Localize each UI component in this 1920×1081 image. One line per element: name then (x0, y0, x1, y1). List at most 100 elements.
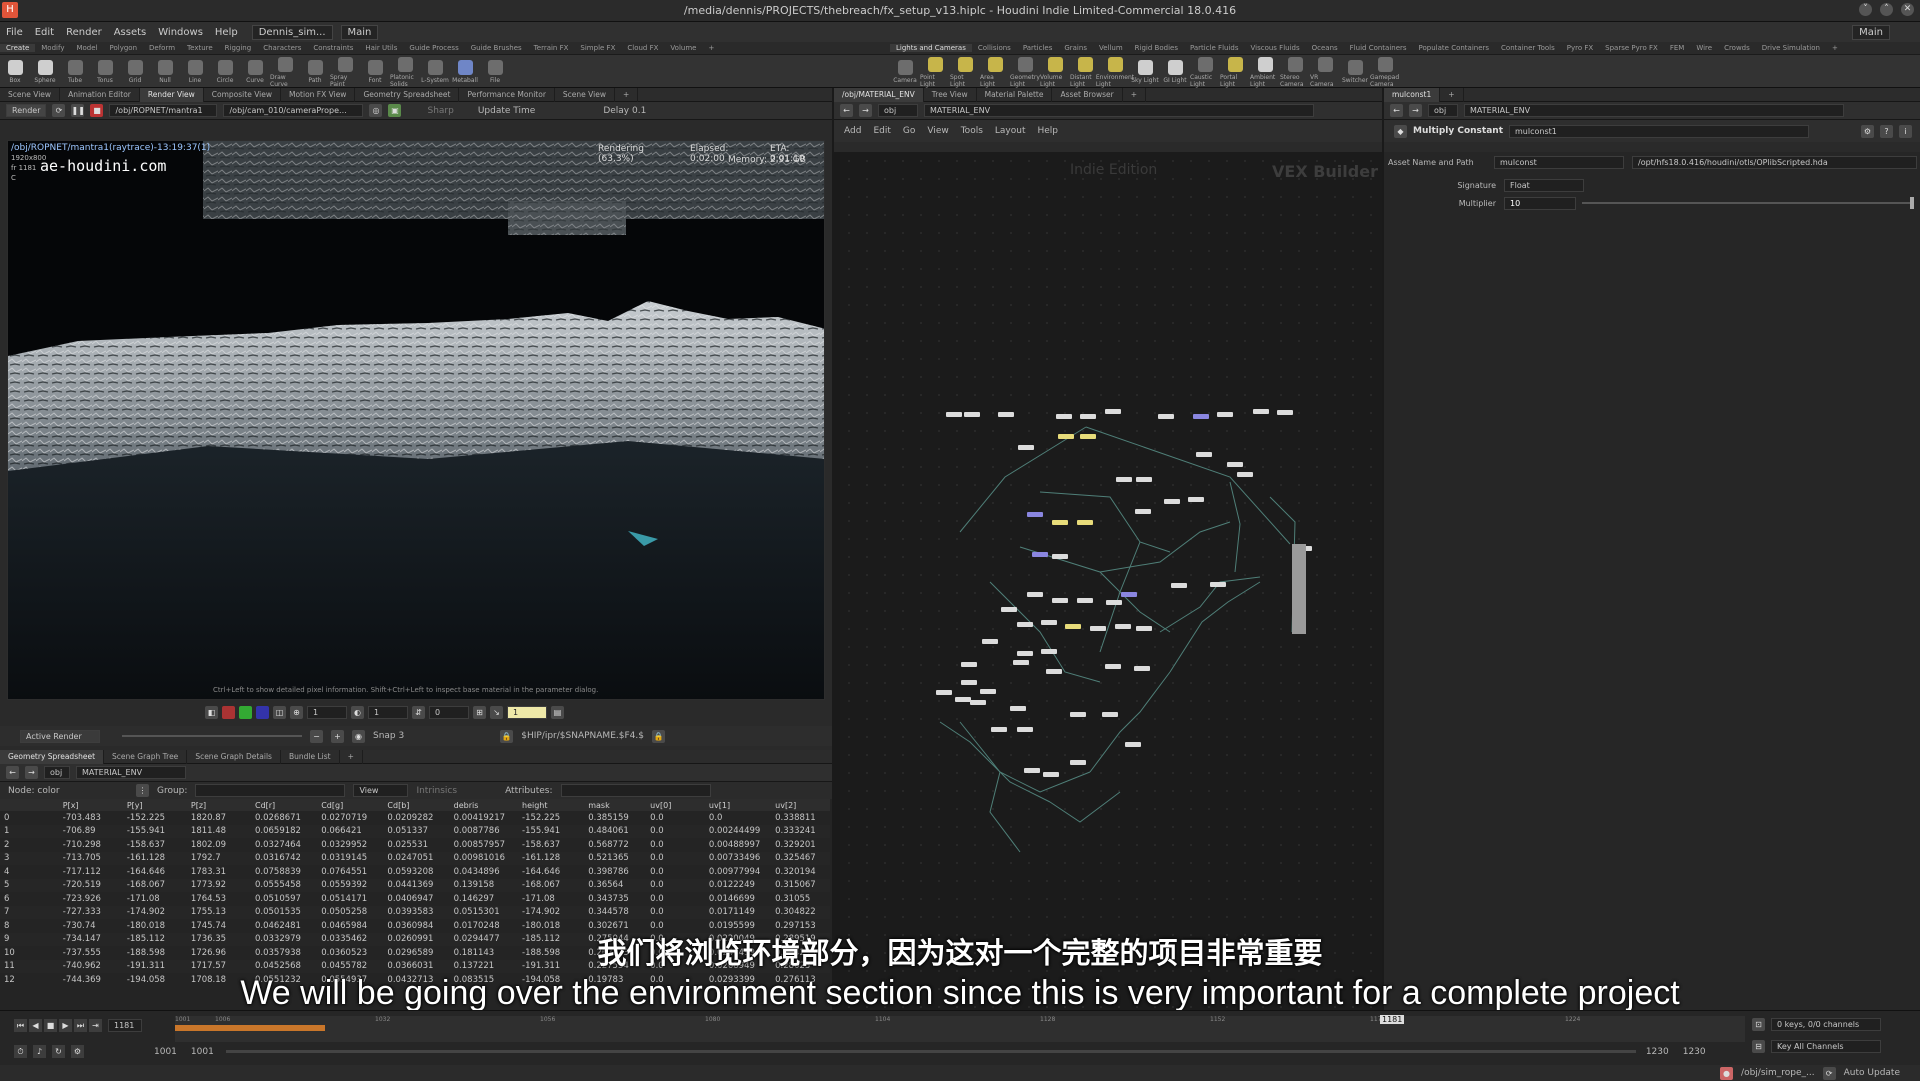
net-tab-asset-browser[interactable]: Asset Browser (1052, 87, 1123, 102)
col-header-p-y[interactable]: P[y] (122, 799, 187, 811)
shelf-tab-constraints[interactable]: Constraints (307, 44, 359, 52)
sheet-tab-scene-graph-details[interactable]: Scene Graph Details (187, 749, 281, 764)
stop-icon[interactable]: ■ (90, 104, 104, 117)
tool-torus[interactable]: Torus (90, 58, 120, 84)
vop-node[interactable] (1056, 414, 1072, 419)
view-options-icon[interactable]: ▤ (551, 706, 564, 719)
asset-name-field[interactable]: mulconst (1494, 155, 1624, 169)
snapshot-compare-icon[interactable]: ⊞ (473, 706, 486, 719)
info-icon[interactable]: i (1899, 124, 1912, 138)
tool-point-light[interactable]: Point Light (920, 55, 950, 88)
vop-node[interactable] (1125, 742, 1141, 747)
current-frame-field[interactable]: 1181 (108, 1019, 142, 1032)
green-channel-icon[interactable] (239, 706, 252, 719)
net-path-node[interactable]: MATERIAL_ENV (924, 104, 1314, 117)
vop-node[interactable] (1105, 664, 1121, 669)
viewer-tab-scene-view[interactable]: Scene View (555, 87, 615, 102)
vop-node[interactable] (1253, 409, 1269, 414)
vop-node[interactable] (1032, 552, 1048, 557)
tool-grid[interactable]: Grid (120, 58, 150, 84)
camera-path-field[interactable]: /obj/cam_010/cameraPrope... (223, 104, 364, 117)
tool-circle[interactable]: Circle (210, 58, 240, 84)
net-menu-help[interactable]: Help (1038, 126, 1059, 136)
auto-update-select[interactable]: Auto Update (1844, 1068, 1900, 1078)
table-row[interactable]: 6 -723.926 -171.08 1764.53 0.0510597 0.051417… (0, 892, 830, 906)
net-back-icon[interactable]: ← (840, 104, 853, 117)
vop-node[interactable] (946, 412, 962, 417)
tool-gamepad-camera[interactable]: Gamepad Camera (1370, 55, 1400, 88)
lock-icon[interactable]: 🔒 (500, 729, 514, 743)
settings-icon[interactable]: ⚙ (71, 1045, 84, 1058)
viewer-tab-animation-editor[interactable]: Animation Editor (60, 87, 140, 102)
context-select[interactable]: Main (340, 24, 379, 40)
preview-icon[interactable]: ▣ (388, 104, 402, 117)
minimize-button[interactable]: ˅ (1859, 3, 1872, 16)
status-path[interactable]: /obj/sim_rope_... (1741, 1068, 1815, 1078)
vop-node[interactable] (1134, 666, 1150, 671)
vop-node[interactable] (1080, 434, 1096, 439)
multiplier-slider[interactable] (1582, 197, 1914, 209)
points-icon[interactable]: ⋮ (136, 784, 149, 797)
update-mode-icon[interactable]: ⟳ (1822, 1066, 1836, 1080)
cursor-icon[interactable]: ↘ (490, 706, 503, 719)
col-header-height[interactable]: height (518, 799, 585, 811)
key-all-button[interactable]: Key All Channels (1771, 1039, 1881, 1053)
vop-node[interactable] (1115, 624, 1131, 629)
help-icon[interactable]: ? (1880, 124, 1893, 138)
vop-node[interactable] (964, 412, 980, 417)
vop-node[interactable] (1080, 414, 1096, 419)
net-tab-obj-material-env[interactable]: /obj/MATERIAL_ENV (834, 87, 924, 102)
viewer-tab-add[interactable]: + (615, 87, 639, 102)
vop-node[interactable] (998, 412, 1014, 417)
shelf-tab-rigging[interactable]: Rigging (219, 44, 258, 52)
viewer-tab-scene-view[interactable]: Scene View (0, 87, 61, 102)
tool-null[interactable]: Null (150, 58, 180, 84)
vop-node[interactable] (1017, 727, 1033, 732)
vop-node[interactable] (1210, 582, 1226, 587)
net-tab-material-palette[interactable]: Material Palette (977, 87, 1053, 102)
shelf-tab-guide-brushes[interactable]: Guide Brushes (465, 44, 528, 52)
sheet-tab-scene-graph-tree[interactable]: Scene Graph Tree (104, 749, 188, 764)
net-menu-tools[interactable]: Tools (961, 126, 983, 136)
snapshot-slider[interactable] (122, 735, 302, 737)
key-all-icon[interactable]: ⊟ (1752, 1039, 1765, 1053)
net-menu-add[interactable]: Add (844, 126, 861, 136)
lock-icon-2[interactable]: 🔒 (651, 729, 665, 743)
shelf-tab-vellum[interactable]: Vellum (1093, 44, 1129, 52)
shelf-tab-model[interactable]: Model (70, 44, 103, 52)
vop-node[interactable] (1277, 410, 1293, 415)
parm-back-icon[interactable]: ← (1390, 104, 1403, 117)
col-header-cd-b[interactable]: Cd[b] (383, 799, 450, 811)
menu-assets[interactable]: Assets (108, 27, 153, 38)
vop-node[interactable] (1017, 651, 1033, 656)
tool-box[interactable]: Box (0, 58, 30, 84)
tool-camera[interactable]: Camera (890, 58, 920, 84)
vop-node[interactable] (970, 700, 986, 705)
sheet-tab-add[interactable]: + (340, 749, 363, 764)
tool-platonic-solids[interactable]: Platonic Solids (390, 55, 420, 88)
vop-node[interactable] (1041, 620, 1057, 625)
vop-node[interactable] (1018, 445, 1034, 450)
render-button[interactable]: Render (6, 104, 47, 117)
net-tab-tree-view[interactable]: Tree View (924, 87, 977, 102)
alpha-channel-icon[interactable]: ◫ (273, 706, 286, 719)
tool-draw-curve[interactable]: Draw Curve (270, 55, 300, 88)
red-channel-icon[interactable] (222, 706, 235, 719)
table-row[interactable]: 3 -713.705 -161.128 1792.7 0.0316742 0.031914… (0, 851, 830, 865)
region-icon[interactable]: ⊕ (290, 706, 303, 719)
table-row[interactable]: 1 -706.89 -155.941 1811.48 0.0659182 0.066421… (0, 824, 830, 838)
current-frame-marker[interactable]: 1181 (1380, 1015, 1405, 1024)
vop-node[interactable] (1217, 412, 1233, 417)
shelf-tab-wire[interactable]: Wire (1690, 44, 1718, 52)
tool-line[interactable]: Line (180, 58, 210, 84)
refresh-icon[interactable]: ⟳ (52, 104, 66, 117)
range-start-1[interactable]: 1001 (154, 1047, 177, 1057)
shelf-tab-fluid-containers[interactable]: Fluid Containers (1344, 44, 1413, 52)
vop-node[interactable] (980, 689, 996, 694)
vop-node[interactable] (1164, 499, 1180, 504)
vop-node[interactable] (1196, 452, 1212, 457)
range-start-2[interactable]: 1001 (191, 1047, 214, 1057)
col-header-debris[interactable]: debris (449, 799, 518, 811)
vop-node[interactable] (1052, 554, 1068, 559)
sharp-label[interactable]: Sharp (427, 106, 453, 116)
